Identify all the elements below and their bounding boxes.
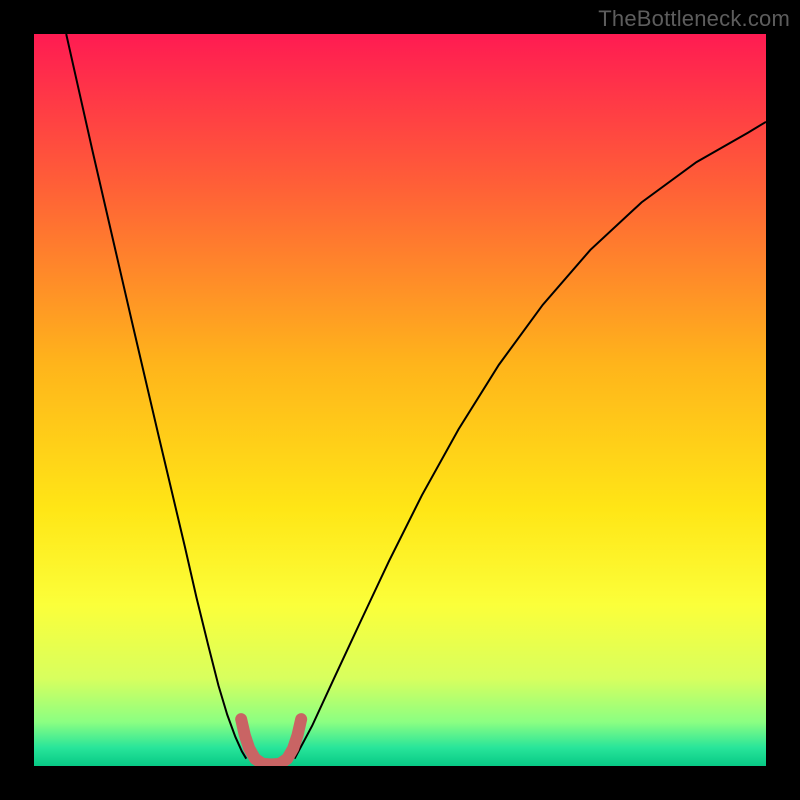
- chart-svg: [34, 34, 766, 766]
- gradient-background: [34, 34, 766, 766]
- chart-plot-area: [34, 34, 766, 766]
- watermark-text: TheBottleneck.com: [598, 6, 790, 32]
- chart-frame: TheBottleneck.com: [0, 0, 800, 800]
